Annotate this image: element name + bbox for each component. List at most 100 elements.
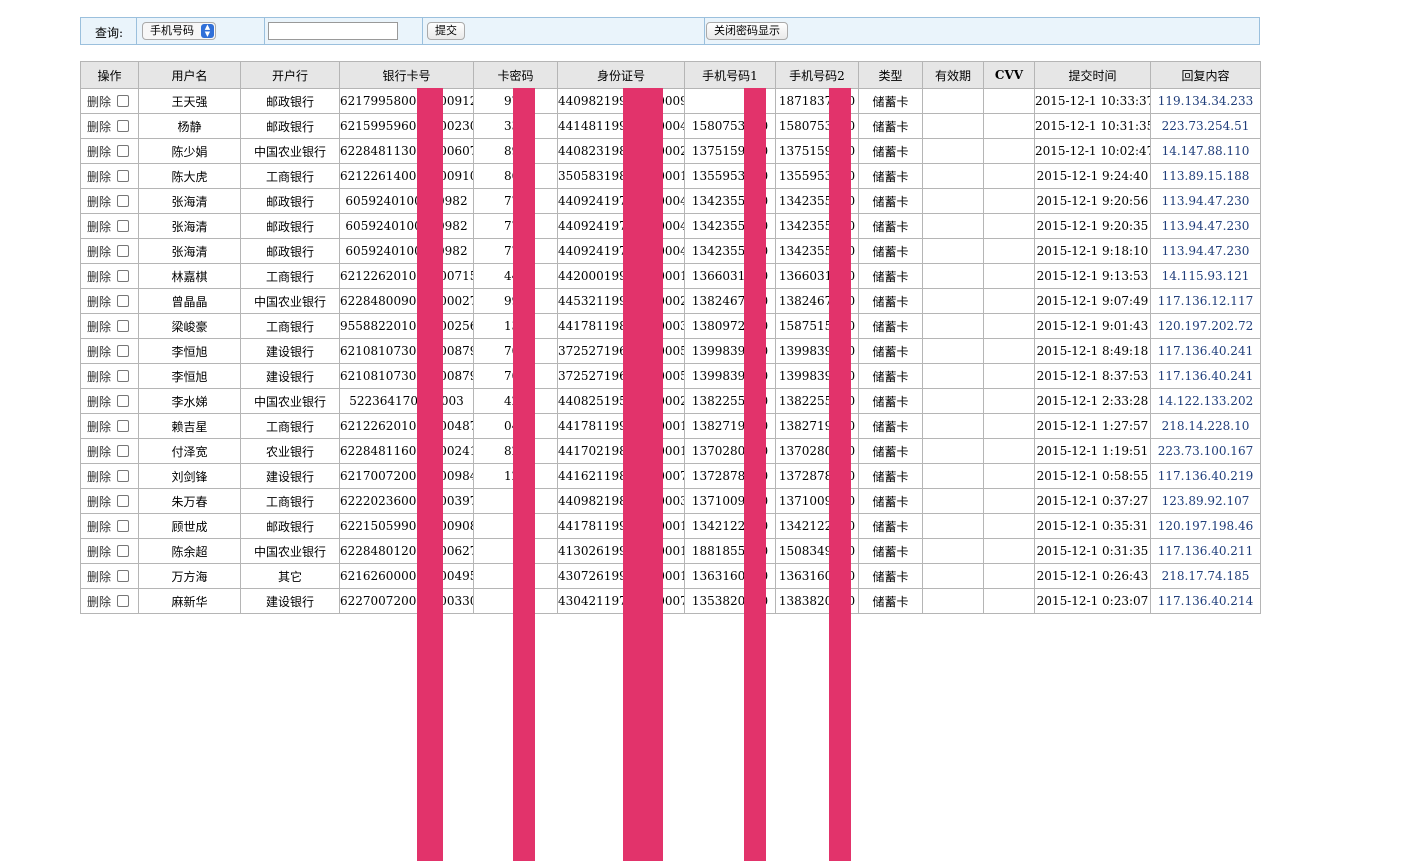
delete-link[interactable]: 删除 <box>87 120 111 134</box>
cell-id-number: 440924197700000049 <box>557 188 685 214</box>
delete-link[interactable]: 删除 <box>87 345 111 359</box>
table-row: 删除 朱万春 工商银行 6222023600000003977 440982198800… <box>80 488 1261 514</box>
cell-expiry <box>922 313 984 339</box>
row-checkbox[interactable] <box>117 219 130 232</box>
cell-bank: 工商银行 <box>240 163 340 189</box>
table-row: 删除 麻新华 建设银行 6227007200000003305 430421197300… <box>80 588 1261 614</box>
cell-type: 储蓄卡 <box>858 563 923 589</box>
table-row: 删除赖吉星工商银行6212262010000004878041441781199… <box>80 413 1261 439</box>
delete-link[interactable]: 删除 <box>87 245 111 259</box>
delete-link[interactable]: 删除 <box>87 295 111 309</box>
delete-link[interactable]: 删除 <box>87 195 111 209</box>
row-checkbox[interactable] <box>117 519 130 532</box>
cell-cvv <box>983 563 1035 589</box>
cell-type: 储蓄卡 <box>858 388 923 414</box>
cell-action: 删除 <box>80 488 139 514</box>
cell-card-number: 6217995800000009126 <box>339 88 474 114</box>
row-checkbox[interactable] <box>117 569 130 582</box>
cell-type: 储蓄卡 <box>858 363 923 389</box>
row-checkbox[interactable] <box>117 344 130 357</box>
cell-expiry <box>922 113 984 139</box>
delete-link[interactable]: 删除 <box>87 95 111 109</box>
delete-link[interactable]: 删除 <box>87 520 111 534</box>
cell-expiry <box>922 463 984 489</box>
cell-reply: 117.136.40.219 <box>1150 463 1261 489</box>
cell-submit-time: 2015-12-1 0:35:31 <box>1034 513 1151 539</box>
row-checkbox[interactable] <box>117 469 130 482</box>
row-checkbox[interactable] <box>117 444 130 457</box>
cell-reply: 117.136.40.241 <box>1150 363 1261 389</box>
row-checkbox[interactable] <box>117 294 130 307</box>
cell-bank: 邮政银行 <box>240 188 340 214</box>
delete-link[interactable]: 删除 <box>87 145 111 159</box>
table-row: 删除 万方海 其它 6216260000000004951 43072619900000… <box>80 563 1261 589</box>
cell-cvv <box>983 463 1035 489</box>
col-header-card-number: 银行卡号 <box>339 61 474 89</box>
submit-cell <box>423 18 705 44</box>
cell-cvv <box>983 288 1035 314</box>
cell-reply: 14.115.93.121 <box>1150 263 1261 289</box>
cell-action: 删除 <box>80 163 139 189</box>
delete-link[interactable]: 删除 <box>87 470 111 484</box>
cell-card-number: 6059240100000982 <box>339 213 474 239</box>
cell-expiry <box>922 213 984 239</box>
cell-submit-time: 2015-12-1 1:19:51 <box>1034 438 1151 464</box>
row-checkbox[interactable] <box>117 244 130 257</box>
toggle-password-button[interactable]: 关闭密码显示 <box>706 22 788 40</box>
redaction-bar-id <box>623 88 663 861</box>
cell-submit-time: 2015-12-1 10:33:37 <box>1034 88 1151 114</box>
cell-username: 李恒旭 <box>138 363 241 389</box>
row-checkbox[interactable] <box>117 594 130 607</box>
delete-link[interactable]: 删除 <box>87 270 111 284</box>
delete-link[interactable]: 删除 <box>87 370 111 384</box>
cell-reply: 120.197.198.46 <box>1150 513 1261 539</box>
cell-id-number: 44178119900000001X <box>557 513 685 539</box>
cell-username: 杨静 <box>138 113 241 139</box>
col-header-phone2: 手机号码2 <box>775 61 859 89</box>
delete-link[interactable]: 删除 <box>87 570 111 584</box>
cell-card-number: 6215995960000002303 <box>339 113 474 139</box>
delete-link[interactable]: 删除 <box>87 220 111 234</box>
cell-cvv <box>983 163 1035 189</box>
row-checkbox[interactable] <box>117 194 130 207</box>
row-checkbox[interactable] <box>117 319 130 332</box>
delete-link[interactable]: 删除 <box>87 445 111 459</box>
cell-submit-time: 2015-12-1 9:24:40 <box>1034 163 1151 189</box>
input-cell <box>265 18 423 44</box>
cell-bank: 工商银行 <box>240 263 340 289</box>
delete-link[interactable]: 删除 <box>87 420 111 434</box>
cell-expiry <box>922 138 984 164</box>
row-checkbox[interactable] <box>117 119 130 132</box>
delete-link[interactable]: 删除 <box>87 595 111 609</box>
cell-cvv <box>983 213 1035 239</box>
row-checkbox[interactable] <box>117 94 130 107</box>
cell-submit-time: 2015-12-1 0:58:55 <box>1034 463 1151 489</box>
cell-id-number: 440982199000000095 <box>557 88 685 114</box>
row-checkbox[interactable] <box>117 144 130 157</box>
delete-link[interactable]: 删除 <box>87 170 111 184</box>
cell-submit-time: 2015-12-1 9:18:10 <box>1034 238 1151 264</box>
cell-username: 陈大虎 <box>138 163 241 189</box>
row-checkbox[interactable] <box>117 369 130 382</box>
cell-id-number: 350583198600000013 <box>557 163 685 189</box>
cell-type: 储蓄卡 <box>858 538 923 564</box>
cell-expiry <box>922 388 984 414</box>
select-cell <box>137 18 265 44</box>
row-checkbox[interactable] <box>117 394 130 407</box>
cell-type: 储蓄卡 <box>858 263 923 289</box>
row-checkbox[interactable] <box>117 544 130 557</box>
cell-action: 删除 <box>80 188 139 214</box>
row-checkbox[interactable] <box>117 169 130 182</box>
cell-username: 麻新华 <box>138 588 241 614</box>
delete-link[interactable]: 删除 <box>87 320 111 334</box>
cell-cvv <box>983 538 1035 564</box>
delete-link[interactable]: 删除 <box>87 495 111 509</box>
delete-link[interactable]: 删除 <box>87 395 111 409</box>
row-checkbox[interactable] <box>117 419 130 432</box>
row-checkbox[interactable] <box>117 494 130 507</box>
table-row: 删除付泽宽农业银行6228481160000002414829441702198… <box>80 438 1261 464</box>
row-checkbox[interactable] <box>117 269 130 282</box>
delete-link[interactable]: 删除 <box>87 545 111 559</box>
cell-action: 删除 <box>80 563 139 589</box>
col-header-phone1: 手机号码1 <box>684 61 776 89</box>
